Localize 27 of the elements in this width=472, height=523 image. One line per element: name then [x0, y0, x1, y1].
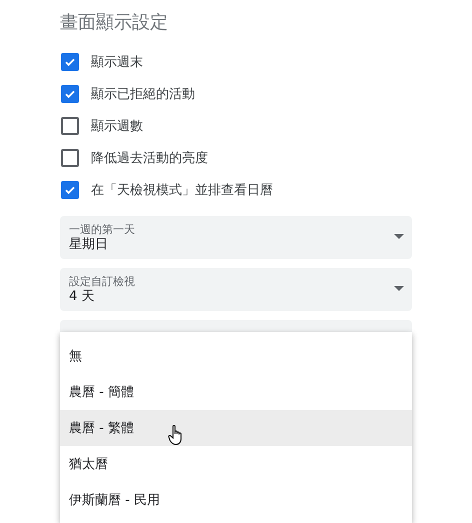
dropdown-field[interactable]: 設定自訂檢視 4 天: [60, 268, 412, 311]
checkbox[interactable]: [61, 85, 79, 103]
checkbox-label: 降低過去活動的亮度: [91, 150, 208, 167]
field-value: 4 天: [69, 288, 94, 305]
caret-icon: [394, 286, 404, 291]
checkbox[interactable]: [61, 117, 79, 135]
checkbox-label: 顯示週數: [91, 118, 143, 135]
menu-item[interactable]: 農曆 - 繁體: [60, 410, 412, 446]
menu-item[interactable]: 猶太曆: [60, 446, 412, 482]
checkmark-icon: [64, 184, 76, 196]
field-label: 設定自訂檢視: [69, 275, 135, 288]
checkbox[interactable]: [61, 53, 79, 71]
checkmark-icon: [64, 88, 76, 100]
menu-item[interactable]: 伊斯蘭曆 - 民用: [60, 482, 412, 518]
checkbox[interactable]: [61, 181, 79, 199]
checkbox-label: 在「天檢視模式」並排查看日曆: [91, 182, 273, 199]
checkbox-label: 顯示已拒絕的活動: [91, 86, 195, 103]
menu-item[interactable]: 農曆 - 簡體: [60, 374, 412, 410]
dropdown-field[interactable]: 一週的第一天 星期日: [60, 216, 412, 259]
field-value: 星期日: [69, 236, 108, 253]
caret-icon: [394, 234, 404, 239]
checkbox[interactable]: [61, 149, 79, 167]
field-label: 一週的第一天: [69, 223, 135, 236]
section-title: 畫面顯示設定: [60, 11, 169, 34]
checkbox-label: 顯示週末: [91, 54, 143, 71]
menu-item[interactable]: 無: [60, 338, 412, 374]
checkmark-icon: [64, 56, 76, 68]
